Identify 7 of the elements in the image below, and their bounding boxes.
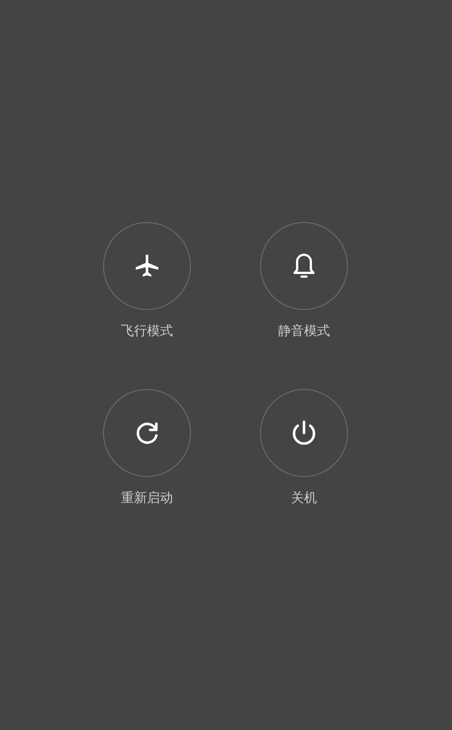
option-label: 关机 (291, 490, 317, 508)
option-button[interactable] (260, 222, 348, 310)
option-label: 重新启动 (121, 490, 173, 508)
option-button[interactable] (260, 389, 348, 477)
option-button[interactable] (103, 389, 191, 477)
option-label: 静音模式 (278, 323, 330, 341)
option-label: 飞行模式 (121, 323, 173, 341)
